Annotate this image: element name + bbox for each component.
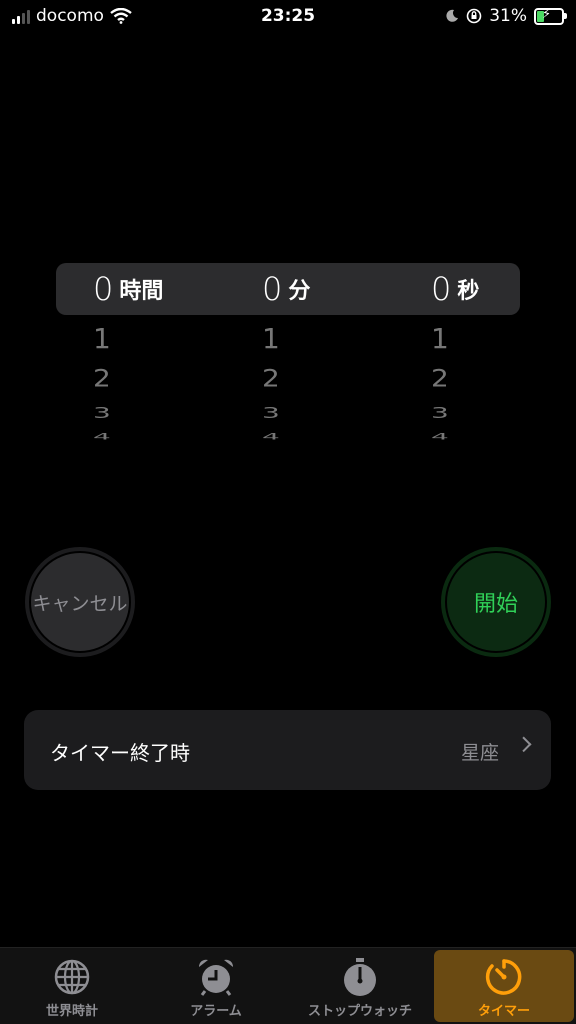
when-timer-ends-value: 星座: [460, 742, 499, 764]
picker-option[interactable]: 2: [262, 367, 412, 391]
picker-option[interactable]: 4: [431, 433, 576, 441]
start-button[interactable]: 開始: [441, 547, 551, 657]
minutes-picker[interactable]: 0 分 1 2 3 4: [262, 263, 412, 451]
picker-option[interactable]: 3: [262, 405, 412, 420]
tab-world-clock[interactable]: 世界時計: [2, 950, 142, 1022]
picker-option[interactable]: 2: [93, 367, 243, 391]
tab-label: ストップウォッチ: [307, 1004, 412, 1019]
moon-icon: [446, 9, 459, 22]
tab-timer[interactable]: タイマー: [434, 950, 574, 1022]
picker-option[interactable]: 3: [431, 405, 576, 420]
seconds-picker[interactable]: 0 秒 1 2 3 4: [431, 263, 576, 451]
timer-icon: [485, 959, 522, 995]
picker-option[interactable]: 1: [262, 325, 412, 353]
status-bar: docomo 23:25 31% ⚡: [0, 0, 576, 34]
status-right-group: 31% ⚡: [445, 6, 567, 26]
when-timer-ends-label: タイマー終了時: [50, 741, 190, 765]
seconds-unit: 秒: [457, 279, 480, 304]
cancel-button-label: キャンセル: [29, 551, 131, 653]
tab-stopwatch[interactable]: ストップウォッチ: [290, 950, 430, 1022]
cancel-button[interactable]: キャンセル: [25, 547, 135, 657]
tab-label: タイマー: [477, 1004, 530, 1019]
picker-option[interactable]: 2: [431, 367, 576, 391]
tab-alarm[interactable]: アラーム: [146, 950, 286, 1022]
picker-option[interactable]: 3: [93, 405, 243, 420]
minutes-unit: 分: [288, 279, 311, 304]
picker-option[interactable]: 4: [262, 433, 412, 441]
picker-option[interactable]: 1: [93, 325, 243, 353]
hours-unit: 時間: [119, 279, 164, 304]
picker-option[interactable]: 1: [431, 325, 576, 353]
tab-label: アラーム: [190, 1004, 242, 1019]
picker-option[interactable]: 4: [93, 433, 243, 441]
rotation-lock-icon: [466, 8, 482, 24]
battery-percent: 31%: [489, 6, 527, 26]
stopwatch-icon: [344, 958, 376, 996]
start-button-label: 開始: [445, 551, 547, 653]
tab-bar: 世界時計 アラーム ストップウォッチ タイマー: [0, 947, 576, 1024]
seconds-value: 0: [431, 270, 452, 308]
alarm-clock-icon: [198, 959, 234, 996]
battery-icon: ⚡: [534, 7, 567, 25]
chevron-right-icon: [515, 736, 532, 753]
hours-picker[interactable]: 0 時間 1 2 3 4: [93, 263, 243, 451]
when-timer-ends-row[interactable]: タイマー終了時 星座: [24, 710, 551, 790]
hours-value: 0: [93, 270, 114, 308]
tab-label: 世界時計: [45, 1004, 98, 1019]
globe-icon: [54, 959, 90, 995]
minutes-value: 0: [262, 270, 283, 308]
